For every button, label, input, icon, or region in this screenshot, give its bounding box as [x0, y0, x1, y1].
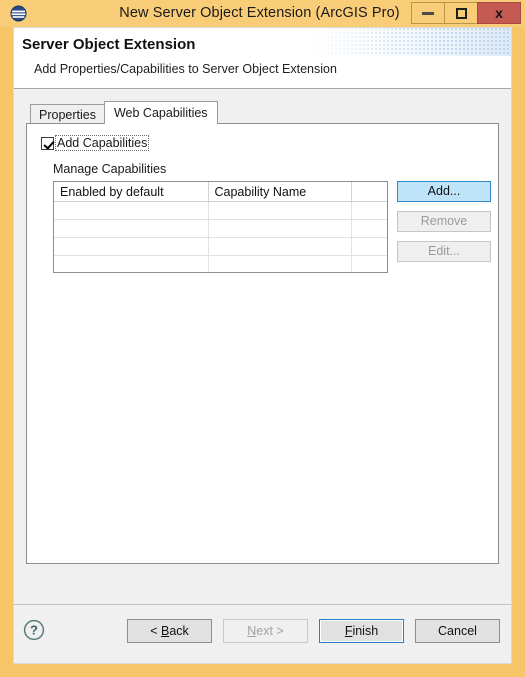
banner-header: Server Object Extension Add Properties/C…: [14, 28, 511, 89]
tab-web-capabilities[interactable]: Web Capabilities: [103, 101, 218, 124]
table-cell: [208, 201, 352, 220]
window-controls: x: [411, 2, 521, 24]
banner-decoration-icon: [311, 28, 511, 56]
table-row[interactable]: [54, 255, 387, 272]
table-cell: [351, 219, 387, 238]
table-cell: [54, 219, 209, 238]
svg-text:?: ?: [30, 623, 38, 638]
maximize-button[interactable]: [444, 2, 478, 24]
add-capabilities-checkbox[interactable]: [41, 136, 54, 150]
dialog-footer: ? < Back Next > Finish Cancel: [14, 604, 511, 663]
table-cell: [351, 201, 387, 220]
add-capabilities-label[interactable]: Add Capabilities: [55, 135, 150, 151]
title-bar: New Server Object Extension (ArcGIS Pro)…: [0, 0, 525, 27]
table-cell: [54, 255, 209, 272]
question-mark-icon[interactable]: ?: [23, 619, 45, 641]
cancel-button[interactable]: Cancel: [415, 619, 500, 643]
table-header-row: Enabled by default Capability Name: [54, 182, 387, 202]
page-subtitle: Add Properties/Capabilities to Server Ob…: [34, 62, 337, 76]
table-cell: [208, 237, 352, 256]
close-icon: x: [495, 5, 503, 21]
tab-properties[interactable]: Properties: [30, 104, 105, 124]
edit-capability-button[interactable]: Edit...: [397, 241, 491, 262]
table-row[interactable]: [54, 201, 387, 220]
column-header-capability-name[interactable]: Capability Name: [208, 182, 352, 202]
add-capability-button[interactable]: Add...: [397, 181, 491, 202]
table-cell: [351, 237, 387, 256]
content-area: Properties Web Capabilities Add Capabili…: [14, 89, 511, 604]
capability-actions: Add... Remove Edit...: [397, 181, 491, 271]
table-cell: [54, 201, 209, 220]
back-button[interactable]: < Back: [127, 619, 212, 643]
capabilities-table[interactable]: Enabled by default Capability Name: [53, 181, 388, 273]
tab-strip: Properties Web Capabilities: [26, 101, 499, 124]
next-button[interactable]: Next >: [223, 619, 308, 643]
dialog-window: New Server Object Extension (ArcGIS Pro)…: [0, 0, 525, 677]
column-header-enabled-by-default[interactable]: Enabled by default: [54, 182, 209, 202]
maximize-icon: [455, 7, 467, 19]
finish-button[interactable]: Finish: [319, 619, 404, 643]
close-button[interactable]: x: [477, 2, 521, 24]
page-title: Server Object Extension: [22, 36, 196, 53]
add-capabilities-row: Add Capabilities: [41, 135, 150, 151]
manage-capabilities-label: Manage Capabilities: [53, 162, 167, 176]
dialog-body: Server Object Extension Add Properties/C…: [13, 27, 512, 664]
remove-capability-button[interactable]: Remove: [397, 211, 491, 232]
table-row[interactable]: [54, 237, 387, 256]
tab-panel-web-capabilities: Add Capabilities Manage Capabilities Ena…: [26, 123, 499, 564]
minimize-icon: [422, 11, 434, 15]
minimize-button[interactable]: [411, 2, 445, 24]
table-cell: [54, 237, 209, 256]
wizard-buttons: < Back Next > Finish Cancel: [116, 619, 500, 643]
table-row[interactable]: [54, 219, 387, 238]
table-cell: [351, 255, 387, 272]
table-cell: [208, 255, 352, 272]
table-cell: [208, 219, 352, 238]
column-header-blank[interactable]: [351, 182, 387, 202]
